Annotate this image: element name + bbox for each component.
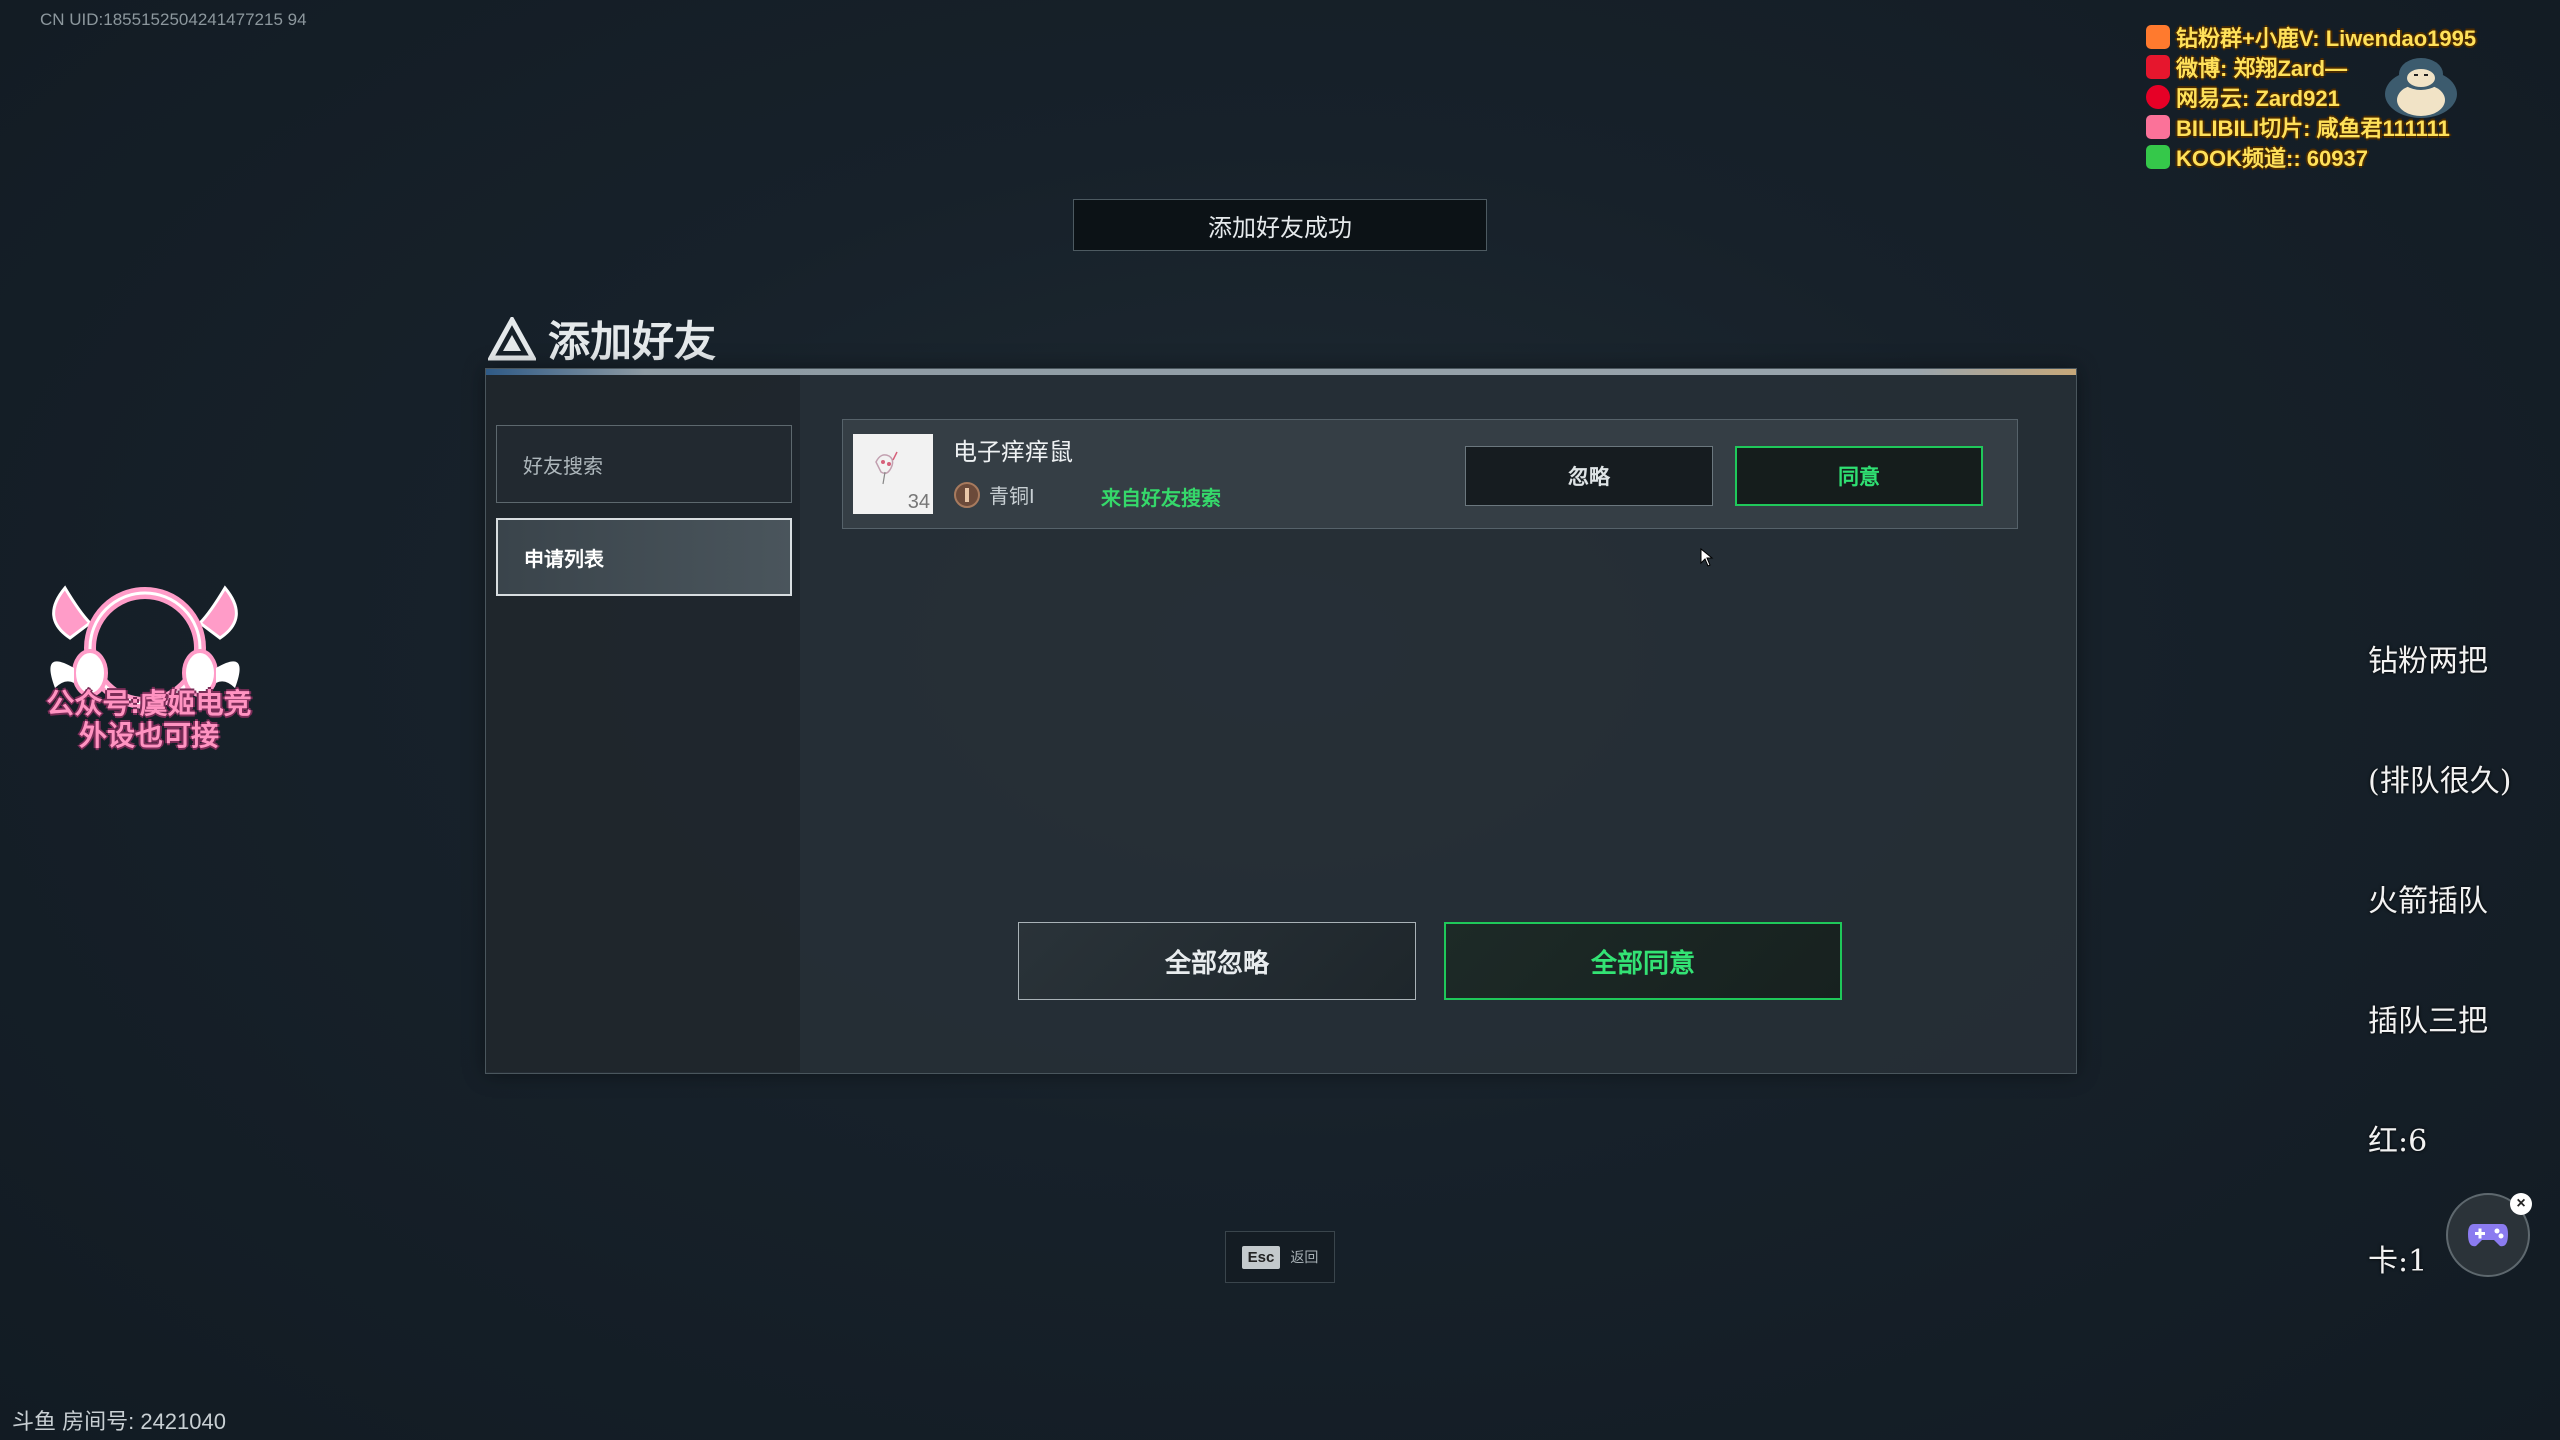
success-toast: 添加好友成功 — [1073, 199, 1487, 251]
note-line: 火箭插队 — [2368, 884, 2488, 919]
tab-label: 好友搜索 — [523, 455, 603, 478]
logo-text-line: 公众号:虞姬电竞 — [46, 688, 252, 719]
add-friend-dialog: 好友搜索 申请列表 34 电子痒痒鼠 青铜I 来自好友搜索 忽略 同意 全部忽略… — [485, 368, 2077, 1074]
note-line: (排队很久) — [2368, 764, 2512, 799]
dialog-title: 添加好友 — [488, 308, 716, 369]
streamer-logo-text: 公众号:虞姬电竞 外设也可接 — [14, 688, 284, 752]
rank-label: 青铜I — [989, 486, 1035, 508]
logo-text-line: 外设也可接 — [78, 720, 219, 751]
game-logo-icon — [488, 316, 536, 360]
friend-request-row: 34 电子痒痒鼠 青铜I 来自好友搜索 忽略 同意 — [842, 419, 2018, 529]
tab-friend-search[interactable]: 好友搜索 — [496, 425, 792, 503]
dialog-sidebar: 好友搜索 申请列表 — [486, 375, 800, 1072]
social-text: 微博: 郑翔Zard— — [2176, 56, 2348, 81]
dialog-title-text: 添加好友 — [548, 317, 717, 366]
room-number-label: 斗鱼 房间号: 2421040 — [12, 1409, 226, 1434]
esc-label: 返回 — [1290, 1249, 1319, 1265]
close-icon[interactable]: × — [2510, 1193, 2532, 1215]
social-links-overlay: 钻粉群+小鹿V: Liwendao1995 微博: 郑翔Zard— 网易云: Z… — [2146, 22, 2546, 172]
social-row: 网易云: Zard921 — [2146, 82, 2546, 112]
requester-name: 电子痒痒鼠 — [953, 439, 1073, 466]
ignore-all-button[interactable]: 全部忽略 — [1018, 922, 1416, 1000]
uid-label: CN UID:1855152504241477215 94 — [40, 10, 307, 29]
douyu-icon — [2146, 25, 2170, 49]
social-row: KOOK频道:: 60937 — [2146, 142, 2546, 172]
agree-button[interactable]: 同意 — [1735, 446, 1983, 506]
avatar-level: 34 — [907, 491, 930, 513]
agree-all-button[interactable]: 全部同意 — [1444, 922, 1842, 1000]
ignore-button[interactable]: 忽略 — [1465, 446, 1713, 506]
bilibili-icon — [2146, 115, 2170, 139]
tab-request-list[interactable]: 申请列表 — [496, 518, 792, 596]
kook-icon — [2146, 145, 2170, 169]
social-row: 钻粉群+小鹿V: Liwendao1995 — [2146, 22, 2546, 52]
social-row: 微博: 郑翔Zard— — [2146, 52, 2546, 82]
social-row: BILIBILI切片: 咸鱼君111111 — [2146, 112, 2546, 142]
note-line: 插队三把 — [2368, 1004, 2488, 1039]
mouse-cursor-icon — [1700, 548, 1714, 567]
avatar-sketch-icon — [875, 451, 898, 485]
bronze-rank-icon — [954, 481, 980, 508]
avatar[interactable]: 34 — [853, 434, 933, 514]
netease-music-icon — [2146, 85, 2170, 109]
social-text: 网易云: Zard921 — [2176, 86, 2340, 111]
tab-label: 申请列表 — [524, 548, 604, 571]
weibo-icon — [2146, 55, 2170, 79]
request-source: 来自好友搜索 — [1101, 488, 1221, 510]
rank-info: 青铜I — [953, 480, 1035, 509]
social-text: KOOK频道:: 60937 — [2176, 146, 2368, 171]
esc-back-button[interactable]: Esc 返回 — [1225, 1231, 1335, 1283]
snorlax-mascot-icon — [2385, 58, 2457, 118]
social-text: 钻粉群+小鹿V: Liwendao1995 — [2176, 26, 2477, 51]
gamepad-icon — [2468, 1224, 2508, 1247]
note-line: 钻粉两把 — [2368, 644, 2488, 679]
note-line: 红:6 — [2368, 1124, 2428, 1159]
esc-key: Esc — [1241, 1245, 1281, 1269]
